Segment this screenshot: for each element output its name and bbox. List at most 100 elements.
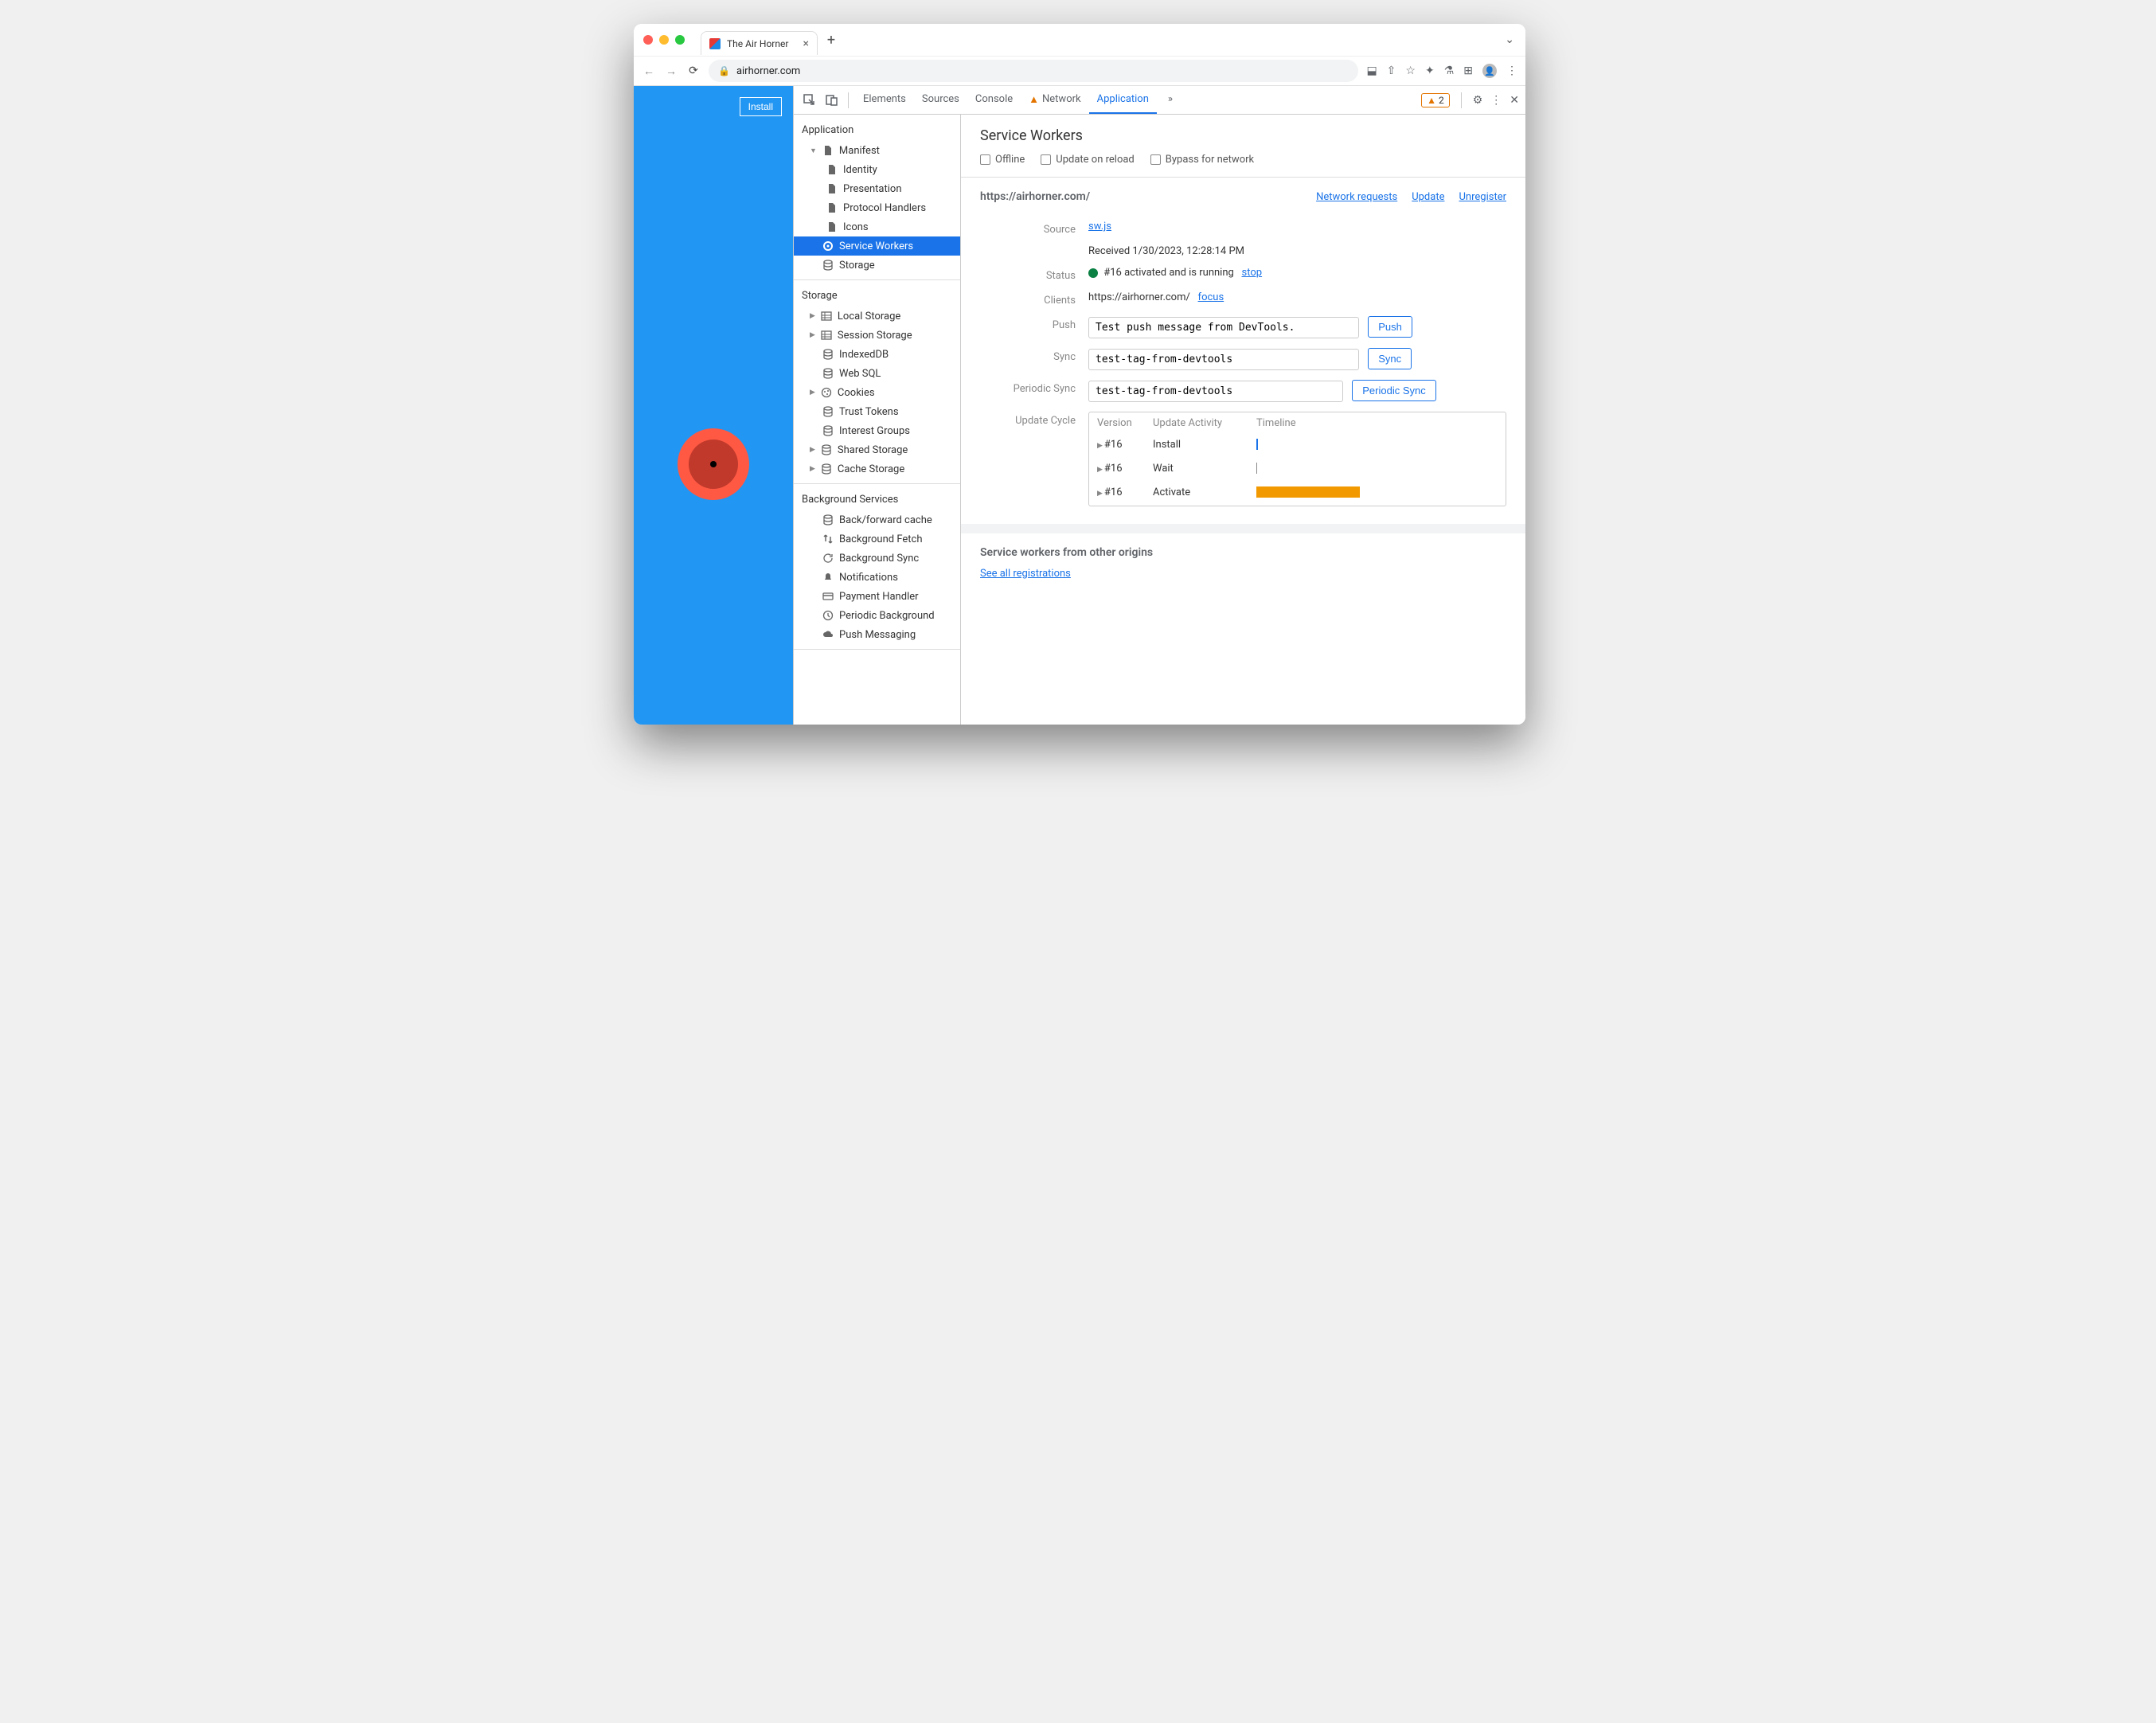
sidebar-item-notifications[interactable]: Notifications [794, 568, 960, 587]
devtools-tab-network[interactable]: ▲Network [1021, 86, 1088, 114]
cycle-version: #16 [1104, 439, 1123, 451]
extensions-icon[interactable]: ✦ [1425, 64, 1435, 77]
install-button[interactable]: Install [740, 97, 782, 116]
minimize-window-button[interactable] [659, 35, 669, 45]
sync-button[interactable]: Sync [1368, 348, 1412, 369]
check-bypass-for-network[interactable]: Bypass for network [1150, 154, 1254, 166]
see-all-registrations-link[interactable]: See all registrations [980, 568, 1071, 580]
sw-origin: https://airhorner.com/ [980, 190, 1090, 203]
devtools-tab-application[interactable]: Application [1089, 86, 1157, 114]
sidebar-item-payment-handler[interactable]: Payment Handler [794, 587, 960, 606]
sidebar-item-trust-tokens[interactable]: Trust Tokens [794, 402, 960, 421]
devtools-tab-console[interactable]: Console [967, 86, 1021, 114]
cycle-row[interactable]: ▶#16Install [1089, 434, 1506, 458]
expand-icon: ▶ [1097, 466, 1103, 474]
devtools: ElementsSourcesConsole▲NetworkApplicatio… [793, 86, 1525, 725]
reload-button[interactable]: ⟳ [686, 64, 701, 77]
sidebar-item-interest-groups[interactable]: Interest Groups [794, 421, 960, 440]
sync-input[interactable] [1088, 349, 1359, 370]
sidebar-item-periodic-background[interactable]: Periodic Background [794, 606, 960, 625]
omnibox[interactable]: 🔒 airhorner.com [709, 60, 1358, 82]
share-icon[interactable]: ⇧ [1387, 64, 1396, 77]
stop-link[interactable]: stop [1242, 267, 1263, 279]
push-input[interactable] [1088, 317, 1359, 338]
sidebar-item-cookies[interactable]: ▶Cookies [794, 383, 960, 402]
more-tabs-button[interactable]: » [1160, 86, 1181, 114]
bookmark-icon[interactable]: ☆ [1405, 64, 1416, 77]
sidebar-item-service-workers[interactable]: Service Workers [794, 236, 960, 256]
browser-tab[interactable]: The Air Horner × [701, 31, 818, 55]
sidebar-item-icons[interactable]: Icons [794, 217, 960, 236]
sidebar-item-protocol-handlers[interactable]: Protocol Handlers [794, 198, 960, 217]
profile-avatar-icon[interactable]: 👤 [1482, 64, 1497, 78]
tab-close-button[interactable]: × [803, 37, 808, 50]
cycle-header-version: Version [1097, 417, 1145, 429]
sidebar-item-cache-storage[interactable]: ▶Cache Storage [794, 459, 960, 479]
maximize-window-button[interactable] [675, 35, 685, 45]
sidebar-item-identity[interactable]: Identity [794, 160, 960, 179]
cycle-timeline [1256, 463, 1498, 477]
sidebar-item-label: Cache Storage [838, 463, 904, 475]
new-tab-button[interactable]: + [827, 32, 835, 49]
cycle-header-timeline: Timeline [1256, 417, 1498, 429]
cycle-row[interactable]: ▶#16Activate [1089, 482, 1506, 506]
labs-icon[interactable]: ⚗ [1444, 64, 1455, 77]
settings-icon[interactable]: ⚙ [1473, 94, 1483, 107]
install-pwa-icon[interactable]: ⬓ [1366, 64, 1377, 77]
sidebar-item-background-sync[interactable]: Background Sync [794, 549, 960, 568]
periodic-sync-button[interactable]: Periodic Sync [1352, 380, 1435, 401]
source-received: Received 1/30/2023, 12:28:14 PM [1088, 245, 1506, 257]
sidebar-item-push-messaging[interactable]: Push Messaging [794, 625, 960, 644]
push-button[interactable]: Push [1368, 316, 1412, 338]
sidebar-item-label: Service Workers [839, 240, 913, 252]
cycle-timeline [1256, 486, 1498, 501]
sidebar-item-shared-storage[interactable]: ▶Shared Storage [794, 440, 960, 459]
row-label-clients: Clients [980, 291, 1076, 307]
devtools-tabbar: ElementsSourcesConsole▲NetworkApplicatio… [794, 86, 1525, 115]
devtools-tab-elements[interactable]: Elements [855, 86, 914, 114]
close-devtools-button[interactable]: ✕ [1510, 94, 1519, 107]
sidebar-item-background-fetch[interactable]: Background Fetch [794, 529, 960, 549]
sidebar-item-label: Web SQL [839, 368, 881, 380]
sidebar-item-session-storage[interactable]: ▶Session Storage [794, 326, 960, 345]
focus-link[interactable]: focus [1198, 291, 1224, 303]
chrome-menu-button[interactable]: ⋮ [1506, 64, 1517, 77]
tabs-dropdown-button[interactable]: ⌄ [1505, 33, 1514, 46]
clock-icon [822, 609, 834, 622]
sidebar-item-indexeddb[interactable]: IndexedDB [794, 345, 960, 364]
inspect-icon[interactable] [800, 94, 819, 107]
cycle-row[interactable]: ▶#16Wait [1089, 458, 1506, 482]
network-requests-link[interactable]: Network requests [1316, 191, 1397, 203]
sidebar-item-local-storage[interactable]: ▶Local Storage [794, 307, 960, 326]
devtools-menu-button[interactable]: ⋮ [1490, 94, 1502, 107]
unregister-link[interactable]: Unregister [1459, 191, 1506, 203]
check-update-on-reload[interactable]: Update on reload [1041, 154, 1134, 166]
traffic-lights [643, 35, 685, 45]
update-link[interactable]: Update [1412, 191, 1444, 203]
sidebar-item-web-sql[interactable]: Web SQL [794, 364, 960, 383]
sidebar-item-label: Shared Storage [838, 444, 908, 456]
expand-icon: ▶ [810, 331, 815, 339]
sidebar-item-manifest[interactable]: ▼Manifest [794, 141, 960, 160]
sidebar-item-presentation[interactable]: Presentation [794, 179, 960, 198]
forward-button[interactable]: → [664, 64, 678, 78]
checks-row: Offline Update on reload Bypass for networ… [961, 149, 1525, 178]
card-icon [822, 590, 834, 603]
sidebar-item-label: Background Sync [839, 553, 919, 565]
source-file-link[interactable]: sw.js [1088, 221, 1111, 232]
cookie-icon [820, 386, 833, 399]
sidebar-item-back-forward-cache[interactable]: Back/forward cache [794, 510, 960, 529]
downloads-icon[interactable]: ⊞ [1463, 64, 1473, 77]
periodic-sync-input[interactable] [1088, 381, 1343, 402]
devtools-tab-sources[interactable]: Sources [914, 86, 967, 114]
db-icon [822, 367, 834, 380]
device-toggle-icon[interactable] [822, 94, 842, 107]
row-label-status: Status [980, 267, 1076, 282]
close-window-button[interactable] [643, 35, 653, 45]
warnings-badge[interactable]: ▲ 2 [1421, 93, 1450, 107]
check-offline[interactable]: Offline [980, 154, 1025, 166]
airhorn-button[interactable] [678, 428, 749, 500]
back-button[interactable]: ← [642, 64, 656, 78]
sidebar-item-label: Periodic Background [839, 610, 935, 622]
sidebar-item-storage[interactable]: Storage [794, 256, 960, 275]
